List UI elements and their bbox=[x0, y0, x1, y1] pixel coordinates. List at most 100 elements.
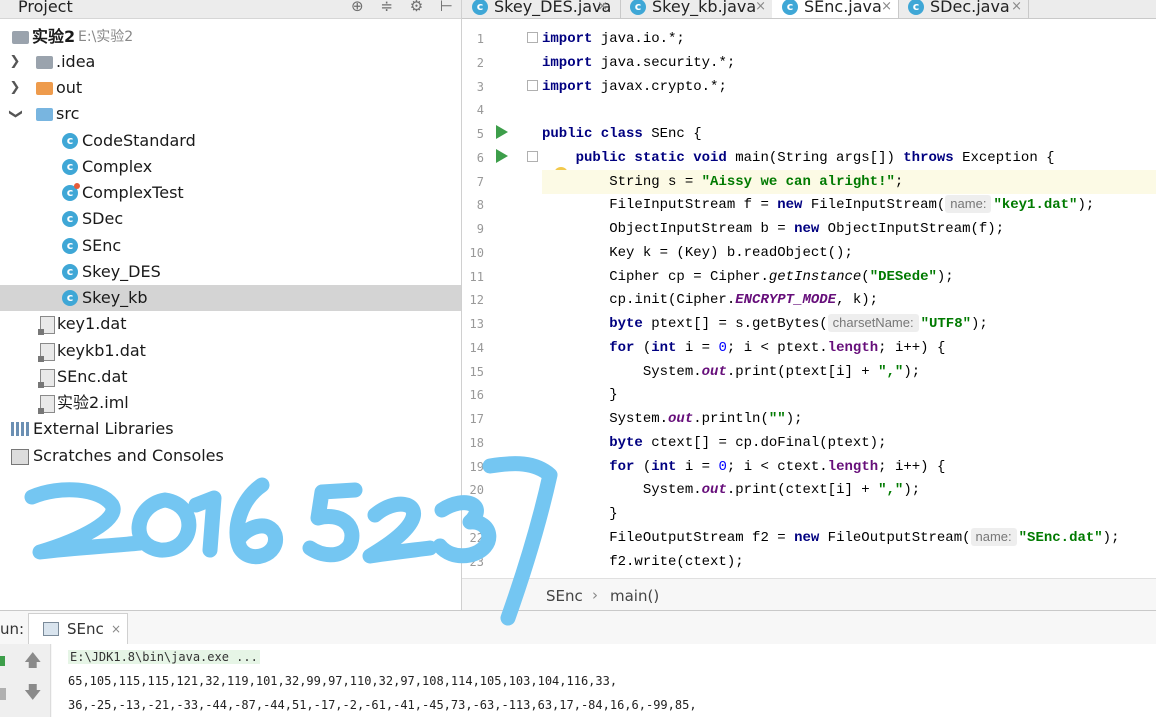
arrow-down-icon[interactable]: 🡇 bbox=[24, 680, 41, 709]
java-class-icon: c bbox=[782, 0, 798, 15]
code-line-20: System.out.print(ctext[i] + ","); bbox=[542, 478, 1156, 502]
fold-icon[interactable] bbox=[527, 151, 538, 162]
tree-item-scratches[interactable]: Scratches and Consoles bbox=[0, 443, 461, 469]
code-text: ); bbox=[903, 364, 921, 380]
code-line-22: FileOutputStream f2 = new FileOutputStre… bbox=[542, 526, 1156, 550]
keyword: byte bbox=[609, 316, 643, 332]
tree-item-key1-dat[interactable]: key1.dat bbox=[0, 311, 461, 337]
stop-icon[interactable] bbox=[0, 688, 6, 700]
breadcrumb-separator: › bbox=[592, 586, 598, 604]
locate-icon[interactable]: ⊕ bbox=[351, 0, 364, 15]
close-icon[interactable]: × bbox=[881, 0, 892, 18]
chevron-down-icon[interactable]: ❯ bbox=[2, 108, 28, 120]
project-panel-title[interactable]: Project bbox=[18, 0, 73, 16]
tab-skey-des[interactable]: c Skey_DES.java × bbox=[462, 0, 621, 18]
code-line-19: for (int i = 0; i < ctext.length; i++) { bbox=[542, 455, 1156, 479]
gear-icon[interactable]: ⚙ bbox=[410, 0, 423, 15]
tree-item-out[interactable]: ❯ out bbox=[0, 75, 461, 101]
java-class-icon: c bbox=[62, 290, 78, 306]
static-field: out bbox=[701, 364, 727, 380]
breadcrumb-class[interactable]: SEnc bbox=[546, 587, 583, 605]
tree-item-skey-des[interactable]: c Skey_DES bbox=[0, 259, 461, 285]
keyword: public class bbox=[542, 126, 643, 142]
tree-item-label: 实验2.iml bbox=[57, 393, 129, 412]
code-line-3: import javax.crypto.*; bbox=[542, 75, 1156, 99]
tree-item-sdec[interactable]: c SDec bbox=[0, 206, 461, 232]
close-icon[interactable]: × bbox=[1011, 0, 1022, 18]
string-literal: "" bbox=[768, 411, 786, 427]
code-text: f2.write(ctext); bbox=[609, 554, 744, 570]
tree-item-senc[interactable]: c SEnc bbox=[0, 233, 461, 259]
code-area[interactable]: import java.io.*; import java.security.*… bbox=[542, 27, 1156, 577]
java-class-icon: c bbox=[62, 211, 78, 227]
tree-item-idea[interactable]: ❯ .idea bbox=[0, 49, 461, 75]
line-number: 5 bbox=[476, 127, 484, 141]
line-number: 21 bbox=[469, 507, 484, 521]
tree-item-label: Scratches and Consoles bbox=[33, 446, 224, 465]
keyword: int bbox=[651, 340, 677, 356]
java-class-icon: c bbox=[62, 238, 78, 254]
tree-item-keykb1-dat[interactable]: keykb1.dat bbox=[0, 338, 461, 364]
editor-gutter: 1 2 3 4 5 6 7 8 9 10 11 12 13 14 15 16 1… bbox=[462, 27, 568, 577]
tree-item-codestandard[interactable]: c CodeStandard bbox=[0, 128, 461, 154]
console-command: E:\JDK1.8\bin\java.exe ... bbox=[68, 650, 260, 664]
parameter-hint: charsetName: bbox=[827, 314, 919, 332]
line-number: 2 bbox=[476, 56, 484, 70]
code-line-8: FileInputStream f = new FileInputStream(… bbox=[542, 193, 1156, 217]
close-icon[interactable]: × bbox=[597, 0, 608, 18]
code-text: Exception { bbox=[953, 150, 1055, 166]
close-icon[interactable]: × bbox=[111, 622, 121, 636]
string-literal: "UTF8" bbox=[920, 316, 972, 332]
tab-sdec[interactable]: c SDec.java × bbox=[898, 0, 1029, 18]
tab-label: SDec.java bbox=[930, 0, 1010, 16]
code-line-13: byte ptext[] = s.getBytes(charsetName: "U… bbox=[542, 312, 1156, 336]
rerun-icon[interactable] bbox=[0, 656, 5, 666]
code-line-5: public class SEnc { bbox=[542, 122, 1156, 146]
string-literal: "," bbox=[878, 364, 904, 380]
line-number: 16 bbox=[469, 388, 484, 402]
tree-item-complextest[interactable]: c ComplexTest bbox=[0, 180, 461, 206]
tree-item-src[interactable]: ❯ src bbox=[0, 101, 461, 127]
tab-senc[interactable]: c SEnc.java × bbox=[772, 0, 899, 18]
code-line-21: } bbox=[542, 502, 1156, 526]
line-number: 9 bbox=[476, 222, 484, 236]
tab-skey-kb[interactable]: c Skey_kb.java × bbox=[620, 0, 773, 18]
static-method: getInstance bbox=[768, 269, 862, 285]
tree-item-senc-dat[interactable]: SEnc.dat bbox=[0, 364, 461, 390]
tree-item-complex[interactable]: c Complex bbox=[0, 154, 461, 180]
tree-item-iml[interactable]: 实验2.iml bbox=[0, 390, 461, 416]
code-line-10: Key k = (Key) b.readObject(); bbox=[542, 241, 1156, 265]
chevron-right-icon[interactable]: ❯ bbox=[9, 75, 21, 101]
code-text: ; bbox=[894, 174, 904, 190]
console-output[interactable]: E:\JDK1.8\bin\java.exe ... 65,105,115,11… bbox=[52, 644, 1156, 717]
hide-icon[interactable]: ⊢ bbox=[440, 0, 453, 15]
tab-label: SEnc.java bbox=[804, 0, 882, 16]
chevron-right-icon[interactable]: ❯ bbox=[9, 49, 21, 75]
arrow-up-icon[interactable]: 🡅 bbox=[24, 648, 41, 677]
line-number: 22 bbox=[469, 531, 484, 545]
code-line-2: import java.security.*; bbox=[542, 51, 1156, 75]
breadcrumb-method[interactable]: main() bbox=[610, 587, 659, 605]
fold-icon[interactable] bbox=[527, 80, 538, 91]
field: length bbox=[827, 459, 879, 475]
scratches-icon bbox=[11, 449, 29, 465]
tree-item-external-libraries[interactable]: External Libraries bbox=[0, 416, 461, 442]
code-line-12: cp.init(Cipher.ENCRYPT_MODE, k); bbox=[542, 288, 1156, 312]
run-tab-senc[interactable]: SEnc × bbox=[28, 613, 128, 644]
run-main-icon[interactable] bbox=[496, 149, 508, 163]
code-line-18: byte ctext[] = cp.doFinal(ptext); bbox=[542, 431, 1156, 455]
tree-item-skey-kb[interactable]: c Skey_kb bbox=[0, 285, 461, 311]
code-text: ctext[] = cp.doFinal(ptext); bbox=[642, 435, 887, 451]
tree-root[interactable]: 实验2 E:\实验2 bbox=[0, 24, 461, 50]
run-class-icon[interactable] bbox=[496, 125, 508, 139]
code-text: , k); bbox=[836, 292, 879, 308]
close-icon[interactable]: × bbox=[755, 0, 766, 18]
file-icon bbox=[38, 343, 55, 362]
code-text: FileOutputStream( bbox=[819, 530, 971, 546]
editor: c Skey_DES.java × c Skey_kb.java × c SEn… bbox=[462, 0, 1156, 611]
fold-icon[interactable] bbox=[527, 32, 538, 43]
collapse-icon[interactable]: ≑ bbox=[380, 0, 393, 15]
keyword: public static void bbox=[575, 150, 727, 166]
folder-icon bbox=[36, 82, 53, 95]
code-text: ); bbox=[971, 316, 988, 332]
